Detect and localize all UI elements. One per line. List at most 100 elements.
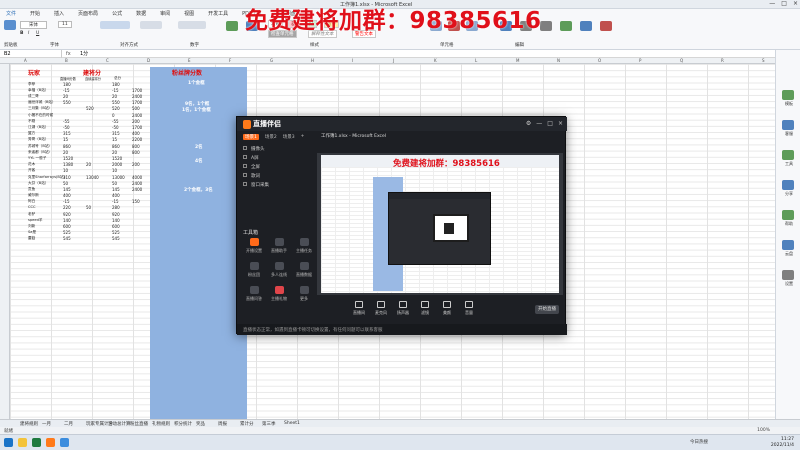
column-header[interactable]: Q [680,58,683,63]
template-icon[interactable] [782,90,794,100]
menu-page-layout[interactable]: 页面布局 [78,10,98,17]
zoom-level[interactable]: 100% [757,428,770,433]
settings-icon[interactable] [782,270,794,280]
menu-home[interactable]: 开始 [30,10,40,17]
app-maximize-button[interactable]: □ [547,120,553,127]
italic-button[interactable]: I [28,31,29,36]
bottom-control[interactable]: 音量 [457,301,481,316]
column-header[interactable]: J [393,58,394,63]
column-header[interactable]: B [65,58,68,63]
column-header[interactable]: P [639,58,641,63]
column-header[interactable]: L [475,58,477,63]
app-close-button[interactable]: × [558,120,563,127]
column-header[interactable]: F [229,58,231,63]
bottom-control[interactable]: 直播间 [347,301,371,316]
source-item[interactable]: A屏 [241,153,313,162]
source-item[interactable]: 窗口采集 [241,180,313,189]
paste-icon[interactable] [4,20,16,30]
column-header[interactable]: O [598,58,601,63]
tool-item[interactable]: 直播数据 [290,262,318,278]
bold-button[interactable]: B [20,31,23,36]
name-box[interactable]: B2 [2,50,62,58]
bottom-control[interactable]: 麦克风 [369,301,393,316]
tools-icon[interactable] [782,150,794,160]
tool-item[interactable]: 直播问答 [240,286,268,302]
column-header[interactable]: G [270,58,273,63]
visibility-toggle-icon[interactable] [243,164,247,168]
wrap-text-icon[interactable] [140,21,162,29]
column-header[interactable]: E [188,58,191,63]
browser-icon[interactable] [60,438,69,447]
source-item[interactable]: 全屏 [241,162,313,171]
visibility-toggle-icon[interactable] [243,182,247,186]
tool-item[interactable]: 主播礼物 [265,286,293,302]
menu-review[interactable]: 审阅 [160,10,170,17]
add-scene-button[interactable]: + [301,134,305,140]
start-icon[interactable] [4,438,13,447]
column-header[interactable]: R [721,58,724,63]
visibility-toggle-icon[interactable] [243,173,247,177]
underline-button[interactable]: U [36,31,39,36]
visibility-toggle-icon[interactable] [243,146,247,150]
bottom-control[interactable]: 美颜 [435,301,459,316]
sheet-tab[interactable]: Sheet1 [284,421,300,426]
conditional-format-icon[interactable] [226,21,238,31]
pdf-icon[interactable] [600,21,612,31]
minimize-button[interactable]: — [769,0,775,7]
excel-taskbar-icon[interactable] [32,438,41,447]
tool-item[interactable]: 更多 [290,286,318,302]
column-header[interactable]: C [106,58,109,63]
help-icon[interactable] [782,210,794,220]
scene-tab-1[interactable]: 场景1 [243,134,259,140]
tool-item[interactable]: 开播设置 [240,238,268,254]
menu-data[interactable]: 数据 [136,10,146,17]
close-button[interactable]: × [793,0,798,7]
menu-view[interactable]: 视图 [184,10,194,17]
source-item[interactable]: 摄像头 [241,144,313,153]
formula-input[interactable]: 1分 [80,50,88,58]
table-row[interactable]: 蘑菇 545 545 [28,236,150,242]
app-minimize-button[interactable]: — [536,120,542,127]
tool-item[interactable]: 主播任务 [290,238,318,254]
column-header[interactable]: S [762,58,765,63]
column-header[interactable]: D [147,58,150,63]
live-companion-taskbar-icon[interactable] [46,438,55,447]
sheet-tabs: 建将规则 一月 二月 玩家专属计分 活动总计算 粉丝直播 礼物规则 积分统计 奖品 周报 累计分 第三… [0,419,800,427]
menu-insert[interactable]: 插入 [54,10,64,17]
number-format-select[interactable] [178,21,206,29]
column-header[interactable]: K [434,58,437,63]
column-header[interactable]: I [352,58,353,63]
go-live-button[interactable]: 开始直播 [535,305,559,314]
app-settings-icon[interactable]: ⚙ [526,120,531,127]
service-icon[interactable] [782,120,794,130]
weather-text[interactable]: 今日热搜 [690,439,708,445]
menu-formulas[interactable]: 公式 [112,10,122,17]
cloud-icon[interactable] [782,240,794,250]
save-to-cloud-icon[interactable] [580,21,592,31]
align-icons[interactable] [100,21,130,29]
font-name-select[interactable]: 宋体 [20,21,47,29]
tool-item[interactable]: 多人连线 [265,262,293,278]
maximize-button[interactable]: □ [781,0,787,7]
column-header[interactable]: N [557,58,560,63]
menu-developer[interactable]: 开发工具 [208,10,228,17]
font-size-select[interactable]: 11 [58,21,72,28]
bottom-control[interactable]: 滤镜 [413,301,437,316]
scene-tab-3[interactable]: 场景3 [283,134,295,140]
column-header[interactable]: A [24,58,27,63]
explorer-icon[interactable] [18,438,27,447]
visibility-toggle-icon[interactable] [243,155,247,159]
share-icon[interactable] [560,21,572,31]
menu-file[interactable]: 文件 [6,10,16,17]
tool-item[interactable]: 粉丝团 [240,262,268,278]
share-side-icon[interactable] [782,180,794,190]
column-header[interactable]: M [516,58,519,63]
bottom-control[interactable]: 扬声器 [391,301,415,316]
live-preview[interactable]: 工作簿1.xlsx - Microsoft Excel 免费建将加群：98385… [317,134,563,295]
column-header[interactable]: H [311,58,314,63]
fx-icon[interactable]: fx [66,50,71,58]
source-item[interactable]: 歌词 [241,171,313,180]
clock[interactable]: 11:27 2022/11/4 [771,437,794,449]
scene-tab-2[interactable]: 场景2 [265,134,277,140]
tool-item[interactable]: 直播助手 [265,238,293,254]
